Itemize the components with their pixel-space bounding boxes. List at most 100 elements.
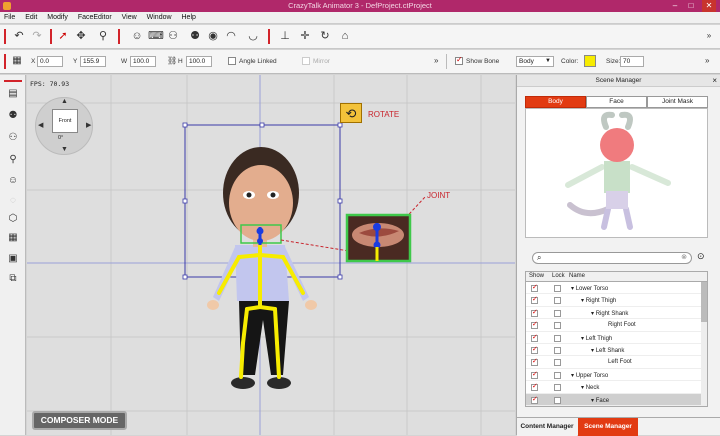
tab-body[interactable]: Body (525, 96, 586, 108)
menu-window[interactable]: Window (143, 12, 176, 24)
tree-row[interactable]: Right Foot (526, 319, 707, 332)
tab-joint-mask[interactable]: Joint Mask (647, 96, 708, 108)
prop-more-icon[interactable]: » (434, 56, 438, 65)
camera-navigator[interactable]: ▲ ▼ ◀ ▶ Front 0° (35, 97, 93, 155)
menu-modify[interactable]: Modify (43, 12, 72, 24)
show-checkbox[interactable] (531, 320, 538, 330)
character-icon[interactable]: ⚉ (6, 110, 20, 122)
tab-content-manager[interactable]: Content Manager (517, 418, 577, 436)
tree-scrollbar[interactable] (701, 282, 707, 406)
eye-icon[interactable]: ◉ (206, 29, 220, 43)
lock-checkbox[interactable] (554, 322, 561, 330)
h-field[interactable]: 100.0 (186, 56, 212, 67)
lock-checkbox[interactable] (554, 359, 561, 367)
show-checkbox[interactable] (531, 370, 538, 379)
show-checkbox[interactable] (531, 333, 538, 342)
tree-row[interactable]: ▾ Right Shank (526, 307, 707, 320)
lock-checkbox[interactable] (554, 384, 561, 392)
lips-icon[interactable]: ◡ (246, 29, 260, 43)
minimize-icon[interactable]: – (668, 0, 682, 12)
redo-icon[interactable]: ↷ (30, 29, 44, 43)
move-icon[interactable]: ✛ (298, 29, 312, 43)
tree-row[interactable]: ▾ Neck (526, 381, 707, 394)
head-icon[interactable]: ⚇ (166, 29, 180, 43)
toolbar-more-icon[interactable]: » (702, 29, 716, 43)
bone-tool-icon[interactable]: ⚲ (96, 29, 110, 43)
color-swatch[interactable] (584, 55, 596, 67)
menu-view[interactable]: View (118, 12, 141, 24)
show-checkbox[interactable] (531, 382, 538, 392)
menu-faceeditor[interactable]: FaceEditor (74, 12, 116, 24)
lock-checkbox[interactable] (554, 334, 561, 342)
menu-edit[interactable]: Edit (21, 12, 41, 24)
show-bone-checkbox[interactable] (455, 55, 463, 65)
clear-search-icon[interactable]: ⊗ (681, 253, 687, 261)
body-select[interactable]: Body ▼ (516, 56, 554, 67)
pin-icon[interactable]: ⊥ (278, 29, 292, 43)
panel-close-icon[interactable]: × (712, 76, 717, 85)
align-icon[interactable]: ▦ (10, 54, 24, 68)
puppet-icon[interactable]: ⌨ (148, 29, 164, 43)
front-view-button[interactable]: Front (52, 109, 78, 133)
x-field[interactable]: 0.0 (37, 56, 63, 67)
show-checkbox[interactable] (531, 345, 538, 354)
menu-file[interactable]: File (0, 12, 19, 24)
lock-checkbox[interactable] (554, 285, 561, 292)
export-tool-icon[interactable]: ⧉ (6, 273, 20, 285)
select-arrow-icon[interactable]: ➚ (56, 29, 70, 43)
lock-checkbox[interactable] (554, 297, 561, 305)
lock-checkbox[interactable] (554, 396, 561, 404)
tab-scene-manager[interactable]: Scene Manager (578, 418, 638, 436)
layer-tool-icon[interactable]: ▣ (6, 253, 20, 265)
tree-row[interactable]: ▾ Lower Torso (526, 282, 707, 295)
y-field[interactable]: 155.9 (80, 56, 106, 67)
lock-checkbox[interactable] (554, 346, 561, 354)
nav-right-icon[interactable]: ▶ (86, 121, 91, 129)
tree-row[interactable]: ▾ Upper Torso (526, 369, 707, 382)
neck-joint[interactable] (257, 238, 263, 244)
sprite-icon[interactable]: ⚉ (188, 29, 202, 43)
home-icon[interactable]: ⌂ (338, 29, 352, 43)
tab-face[interactable]: Face (586, 96, 647, 108)
filter-dropdown-icon[interactable]: ⊙ (697, 251, 705, 262)
rotate-handle-icon[interactable]: ⟲ (340, 103, 362, 123)
tree-row[interactable]: ▾ Left Thigh (526, 332, 707, 344)
mirror-checkbox[interactable] (302, 57, 310, 65)
show-checkbox[interactable] (531, 308, 538, 317)
stage-viewport[interactable]: FPS: 70.93 ▲ ▼ ◀ ▶ Front 0° ⟲ ROTATE JOI… (27, 75, 515, 435)
head-joint[interactable] (256, 227, 264, 235)
size-field[interactable]: 70 (620, 56, 644, 67)
motion-icon[interactable]: ⚲ (6, 154, 20, 166)
show-checkbox[interactable] (531, 295, 538, 305)
tree-row[interactable]: ▾ Right Thigh (526, 294, 707, 307)
scrollbar-thumb[interactable] (701, 282, 707, 322)
nav-up-icon[interactable]: ▲ (61, 98, 68, 105)
lock-ratio-icon[interactable]: ⛓ (167, 56, 177, 65)
show-checkbox[interactable] (531, 283, 538, 292)
actor-icon[interactable]: ☺ (6, 175, 20, 187)
show-checkbox[interactable] (531, 357, 538, 367)
mouth-icon[interactable]: ◠ (224, 29, 238, 43)
rotate-icon[interactable]: ↻ (318, 29, 332, 43)
disabled-tool-icon[interactable]: ◌ (6, 195, 20, 207)
tree-row-selected[interactable]: ▾ Face (526, 393, 707, 406)
maximize-icon[interactable]: □ (684, 0, 698, 12)
puppet-motion-icon[interactable]: ⚇ (6, 132, 20, 144)
undo-icon[interactable]: ↶ (12, 29, 26, 43)
w-field[interactable]: 100.0 (130, 56, 156, 67)
tree-row[interactable]: Left Foot (526, 356, 707, 369)
lock-checkbox[interactable] (554, 371, 561, 379)
nav-left-icon[interactable]: ◀ (38, 121, 43, 129)
body-preview[interactable] (525, 108, 708, 238)
close-icon[interactable]: ✕ (702, 0, 716, 12)
show-checkbox[interactable] (531, 395, 538, 404)
nav-down-icon[interactable]: ▼ (61, 146, 68, 153)
scene-icon[interactable]: ▤ (6, 88, 20, 100)
grid-tool-icon[interactable]: ▦ (6, 232, 20, 244)
prop-more-icon-2[interactable]: » (705, 56, 709, 65)
transform-tool-icon[interactable]: ✥ (74, 29, 88, 43)
menu-help[interactable]: Help (178, 12, 200, 24)
prop-icon[interactable]: ⬡ (6, 213, 20, 225)
tree-row[interactable]: ▾ Left Shank (526, 344, 707, 357)
lock-checkbox[interactable] (554, 309, 561, 317)
